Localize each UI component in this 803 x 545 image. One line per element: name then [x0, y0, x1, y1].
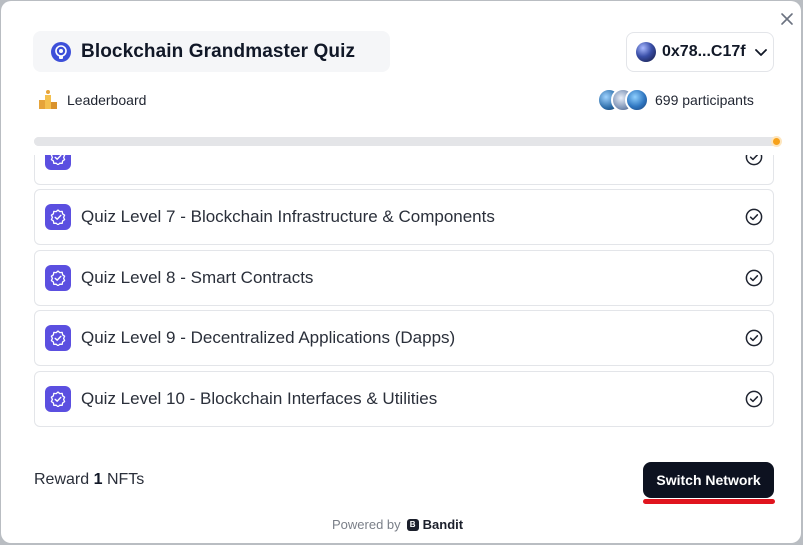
level-card[interactable]: Quiz Level 7 - Blockchain Infrastructure… [34, 189, 774, 245]
verified-badge-icon [45, 325, 71, 351]
verified-badge-icon [45, 155, 71, 170]
level-card[interactable]: Quiz Level 10 - Blockchain Interfaces & … [34, 371, 774, 427]
level-card[interactable]: Quiz Level 8 - Smart Contracts [34, 250, 774, 306]
verified-badge-icon [45, 265, 71, 291]
powered-by: Powered by B Bandit [332, 517, 463, 532]
level-title: Quiz Level 8 - Smart Contracts [81, 268, 314, 287]
wallet-dropdown[interactable]: 0x78...C17f [626, 32, 774, 72]
check-circle-icon [745, 390, 763, 408]
chevron-down-icon [754, 49, 767, 56]
check-circle-icon [745, 155, 763, 166]
level-card[interactable] [34, 155, 774, 185]
podium-icon [39, 90, 57, 109]
level-title: Quiz Level 7 - Blockchain Infrastructure… [81, 207, 495, 226]
reward-summary: Reward 1 NFTs [34, 471, 144, 489]
reward-prefix: Reward [34, 471, 90, 488]
reward-count: 1 [93, 471, 103, 488]
check-circle-icon [745, 208, 763, 226]
switch-network-highlight [643, 499, 775, 504]
wallet-address: 0x78...C17f [662, 43, 746, 60]
brand-name: Bandit [422, 517, 464, 532]
progress-knob [771, 136, 782, 147]
close-button[interactable] [777, 9, 797, 29]
level-title: Quiz Level 10 - Blockchain Interfaces & … [81, 389, 438, 408]
level-list[interactable]: Quiz Level 7 - Blockchain Infrastructure… [33, 155, 775, 427]
check-circle-icon [745, 329, 763, 347]
level-card[interactable]: Quiz Level 9 - Decentralized Application… [34, 310, 774, 366]
switch-network-button[interactable]: Switch Network [643, 462, 774, 498]
level-title: Quiz Level 9 - Decentralized Application… [81, 328, 456, 347]
participants-count: 699 participants [655, 92, 754, 108]
verified-badge-icon [45, 386, 71, 412]
verified-badge-icon [45, 204, 71, 230]
page-title: Blockchain Grandmaster Quiz [81, 40, 356, 62]
participants-summary: 699 participants [597, 88, 754, 112]
bandit-logo-icon: B [406, 518, 419, 531]
quiz-logo-icon [51, 41, 71, 62]
leaderboard-label: Leaderboard [67, 92, 147, 108]
avatar [625, 88, 649, 112]
powered-by-label: Powered by [332, 517, 401, 532]
quiz-progress-bar [34, 136, 782, 147]
close-icon [781, 13, 793, 25]
quiz-modal: Blockchain Grandmaster Quiz 0x78...C17f … [1, 1, 801, 543]
wallet-orb-icon [636, 42, 656, 62]
leaderboard-link[interactable]: Leaderboard [37, 89, 146, 111]
check-circle-icon [745, 269, 763, 287]
reward-suffix: NFTs [106, 471, 145, 488]
quiz-title-chip: Blockchain Grandmaster Quiz [33, 31, 390, 72]
participant-avatars [597, 88, 653, 112]
progress-fill [34, 137, 778, 146]
